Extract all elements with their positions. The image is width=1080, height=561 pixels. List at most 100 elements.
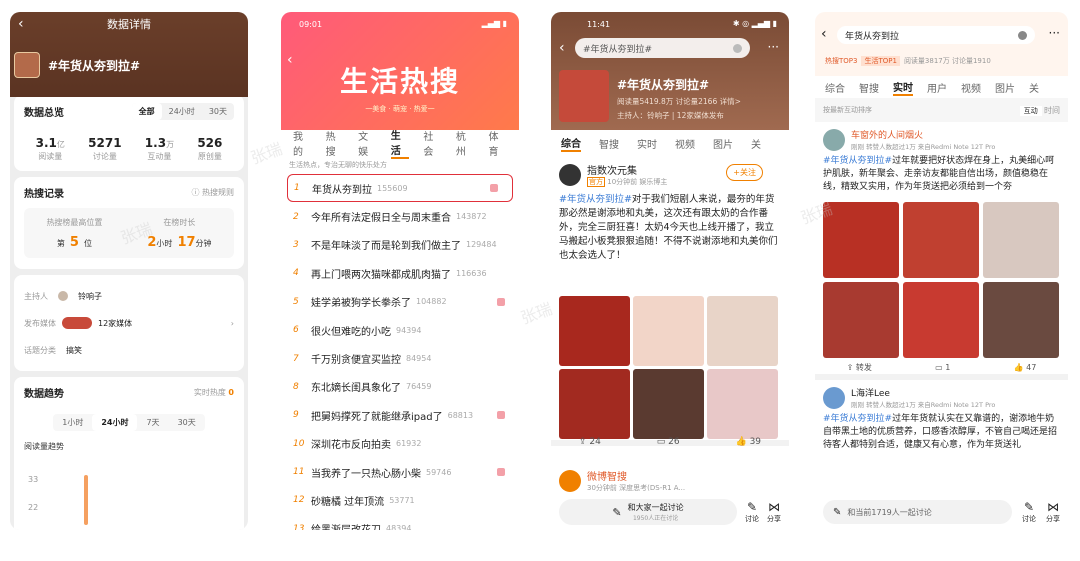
segment-1h[interactable]: 1小时 xyxy=(53,414,92,431)
segment-24h[interactable]: 24小时 xyxy=(162,103,202,120)
hot-list-item[interactable]: 12 砂糖橘 过年顶流 53771 xyxy=(281,486,519,514)
post-image-2[interactable] xyxy=(633,296,704,366)
post-text: #年货从夯到拉#对于我们短剧人来说，最夯的年货那必然是谢添地和丸美，这次还有跟太… xyxy=(559,194,778,261)
post-image-6[interactable] xyxy=(983,282,1059,358)
tab-ent[interactable]: 文娱 xyxy=(358,128,377,158)
hot-list-item[interactable]: 11 当我养了一只热心肠小柴 59746 xyxy=(281,458,519,486)
share-button[interactable]: ⋈ 分享 xyxy=(767,500,781,524)
tab-more[interactable]: 关 xyxy=(751,136,761,151)
post-actions: ⇪ 转发 ▭ 1 👍 47 xyxy=(815,362,1068,373)
hot-list-item[interactable]: 5 娃学弟被狗学长拳杀了 104882 xyxy=(281,288,519,316)
stat-discuss: 5271 讨论量 xyxy=(88,136,122,161)
tab-realtime[interactable]: 实时 xyxy=(893,79,913,96)
hot-list-item[interactable]: 4 再上门喂两次猫咪都成肌肉猫了 116636 xyxy=(281,259,519,287)
tab-realtime[interactable]: 实时 xyxy=(637,136,657,151)
hot-list-item[interactable]: 8 东北嫡长闺具象化了 76459 xyxy=(281,373,519,401)
author-name[interactable]: 指数次元集 xyxy=(587,162,667,177)
tab-mine[interactable]: 我的 xyxy=(293,128,312,158)
hot-rank: 1 xyxy=(294,183,300,194)
trend-chart-label: 阅读量趋势 xyxy=(24,442,64,451)
author-avatar[interactable] xyxy=(559,163,581,186)
topic-search-box[interactable]: #年货从夯到拉# xyxy=(575,38,750,58)
tab-smart[interactable]: 智搜 xyxy=(859,80,879,95)
post-image-1[interactable] xyxy=(559,296,630,366)
hot-rank: 9 xyxy=(293,410,299,421)
clear-icon[interactable] xyxy=(1018,30,1027,40)
post-image-1[interactable] xyxy=(823,202,899,278)
segment-24h-trend[interactable]: 24小时 xyxy=(92,414,138,431)
tab-society[interactable]: 社会 xyxy=(423,128,442,158)
hot-title: 东北嫡长闺具象化了 xyxy=(311,383,401,395)
post-image-3[interactable] xyxy=(707,296,778,366)
comment-button[interactable]: ▭ 26 xyxy=(657,437,680,447)
segment-7d[interactable]: 7天 xyxy=(137,414,168,431)
discuss-icon-button[interactable]: ✎ 讨论 xyxy=(1022,500,1036,524)
tab-video[interactable]: 视频 xyxy=(961,80,981,95)
repost-button[interactable]: ⇪ 转发 xyxy=(847,362,872,373)
hot-list-item[interactable]: 3 不是年味淡了而是轮到我们做主了 129484 xyxy=(281,231,519,259)
search-input[interactable]: 年货从夯到拉 xyxy=(845,29,899,42)
post-image-3[interactable] xyxy=(983,202,1059,278)
more-icon[interactable]: ··· xyxy=(768,40,779,54)
media-row[interactable]: 发布媒体 12家媒体 › xyxy=(24,309,234,337)
sort-time[interactable]: 时间 xyxy=(1044,106,1060,115)
search-box[interactable]: 年货从夯到拉 xyxy=(837,26,1035,44)
hot-list-item[interactable]: 1 年货从夯到拉 155609 xyxy=(287,174,513,203)
post-image-5[interactable] xyxy=(903,282,979,358)
hot-list-item[interactable]: 9 把舅妈撑死了就能继承ipad了 68813 xyxy=(281,401,519,429)
hot-list-item[interactable]: 2 今年所有法定假日全与周末重合 143872 xyxy=(281,202,519,230)
hot-rule-link[interactable]: ⓘ 热搜规则 xyxy=(191,187,234,198)
post-image-6[interactable] xyxy=(707,369,778,439)
tab-hangzhou[interactable]: 杭州 xyxy=(456,128,475,158)
post-card: 指数次元集 官方 10分钟前 娱乐博主 +关注 #年货从夯到拉#对于我们短剧人来… xyxy=(551,156,789,446)
author2-name[interactable]: L海洋Lee xyxy=(851,386,995,399)
post-image-5[interactable] xyxy=(633,369,704,439)
back-icon[interactable]: ‹ xyxy=(559,40,565,56)
tab-video[interactable]: 视频 xyxy=(675,136,695,151)
post-image-4[interactable] xyxy=(559,369,630,439)
tab-life[interactable]: 生活 xyxy=(390,127,410,159)
tab-user[interactable]: 用户 xyxy=(927,80,947,95)
search-input[interactable]: #年货从夯到拉# xyxy=(583,42,652,55)
more-icon[interactable]: ··· xyxy=(1049,26,1060,40)
like-button[interactable]: 👍 47 xyxy=(1014,363,1037,372)
tab-more[interactable]: 关 xyxy=(1029,80,1039,95)
like-button[interactable]: 👍 39 xyxy=(735,437,761,447)
post-image-2[interactable] xyxy=(903,202,979,278)
discuss-icon-button[interactable]: ✎ 讨论 xyxy=(745,500,759,524)
segment-30d[interactable]: 30天 xyxy=(202,103,234,120)
author2-avatar[interactable] xyxy=(823,386,845,409)
discuss-input[interactable]: ✎ 和当前1719人一起讨论 xyxy=(823,500,1012,524)
hot-list-item[interactable]: 7 千万别贪便宜买监控 84954 xyxy=(281,344,519,372)
tab-hot[interactable]: 热搜 xyxy=(326,128,345,158)
follow-button[interactable]: +关注 xyxy=(726,164,763,181)
tab-image[interactable]: 图片 xyxy=(713,136,733,151)
tab-smart[interactable]: 智搜 xyxy=(599,136,619,151)
hot-rank: 12 xyxy=(293,495,305,506)
tab-general[interactable]: 综合 xyxy=(825,80,845,95)
edit-icon: ✎ xyxy=(746,500,758,514)
second-author-name[interactable]: 微博智搜 xyxy=(587,468,685,483)
hot-list-item[interactable]: 10 深圳花市反向拍卖 61932 xyxy=(281,430,519,458)
sort-interact[interactable]: 互动 xyxy=(1019,105,1042,116)
tab-image[interactable]: 图片 xyxy=(995,80,1015,95)
post-image-4[interactable] xyxy=(823,282,899,358)
author-avatar[interactable] xyxy=(823,128,845,151)
tab-sports[interactable]: 体育 xyxy=(488,128,507,158)
hot-list-item[interactable]: 13 给黑渐层改花刀 48394 xyxy=(281,515,519,530)
repost-button[interactable]: ⇪ 24 xyxy=(579,437,601,447)
author-name[interactable]: 车窗外的人间烟火 xyxy=(851,128,995,141)
segment-all[interactable]: 全部 xyxy=(131,103,162,120)
comment-button[interactable]: ▭ 1 xyxy=(935,363,950,372)
back-icon[interactable]: ‹ xyxy=(821,26,827,42)
share-button[interactable]: ⋈ 分享 xyxy=(1046,500,1060,524)
segment-30d-trend[interactable]: 30天 xyxy=(169,414,205,431)
second-author-avatar[interactable] xyxy=(559,469,581,492)
hot-list-item[interactable]: 6 很火但难吃的小吃 94394 xyxy=(281,316,519,344)
tab-general[interactable]: 综合 xyxy=(561,135,581,152)
hot-title: 给黑渐层改花刀 xyxy=(311,521,381,530)
clear-icon[interactable] xyxy=(733,43,742,53)
hot-title: 深圳花市反向拍卖 xyxy=(311,440,391,452)
discuss-button[interactable]: ✎ 和大家一起讨论 1950人正在讨论 xyxy=(559,499,737,525)
hot-rank-badge: 热搜TOP3 xyxy=(825,57,858,65)
